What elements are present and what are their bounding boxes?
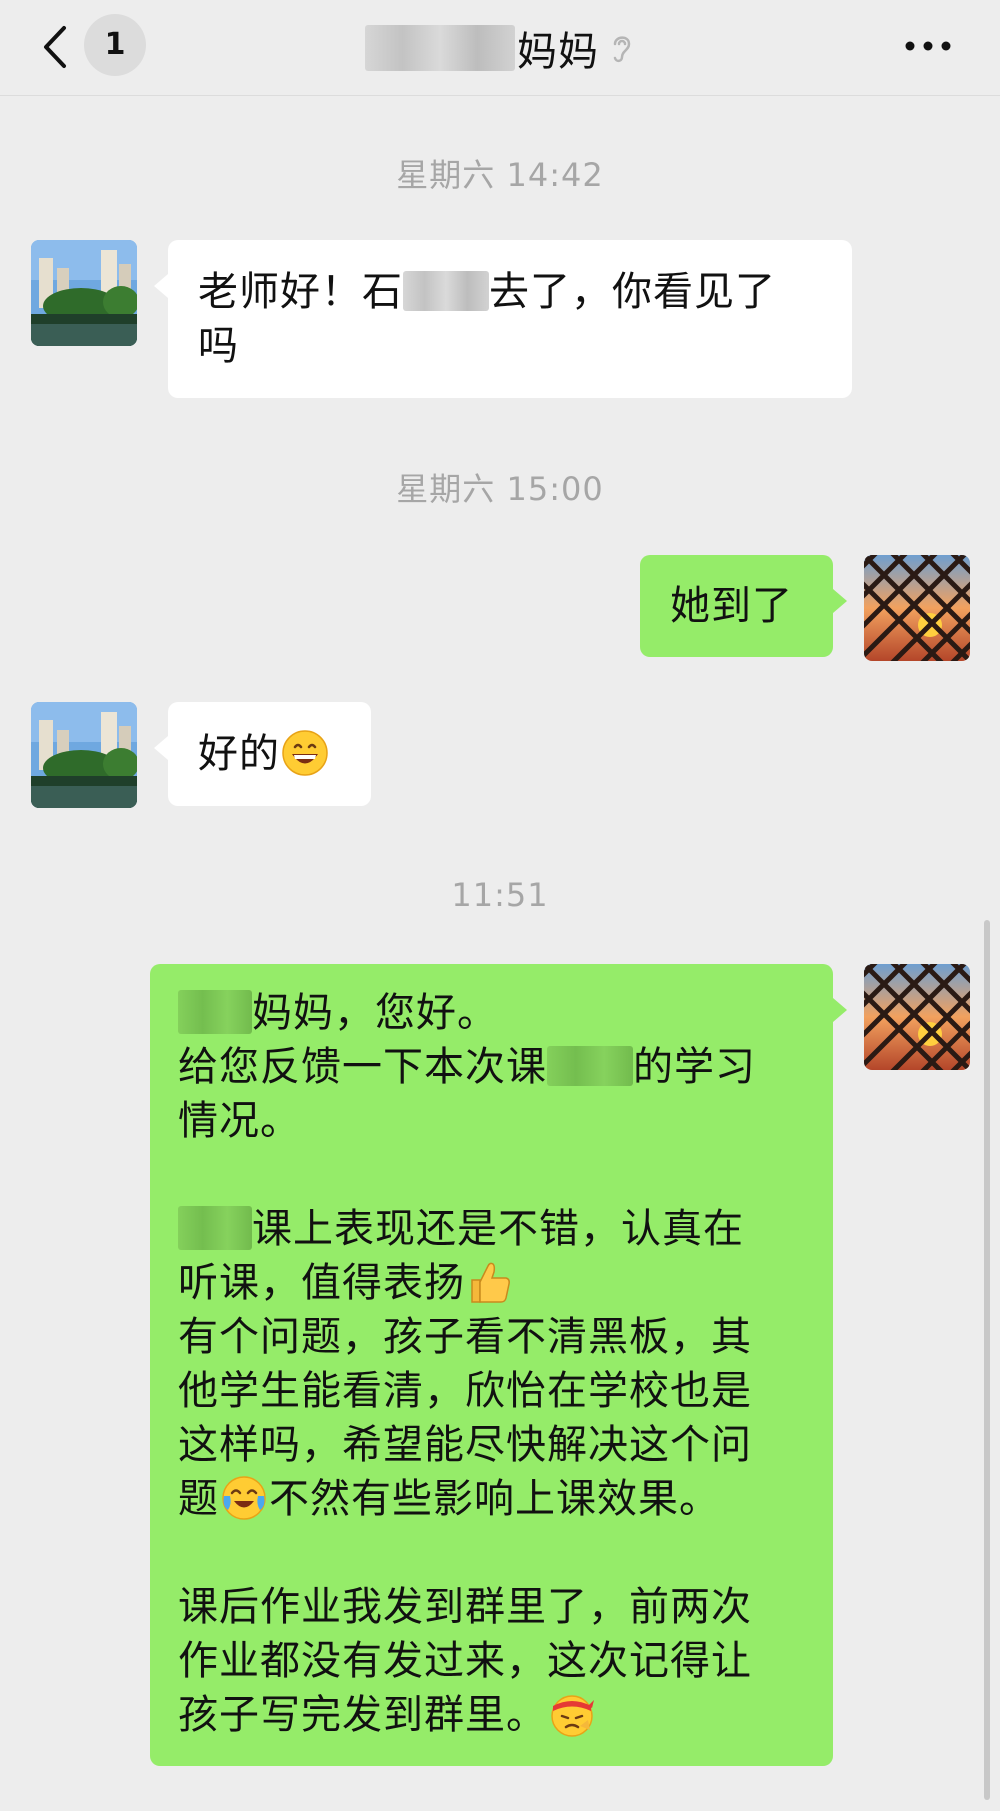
- message-line: 老师好！石 去了，你看见了: [198, 269, 776, 315]
- headband-emoji: [548, 1690, 596, 1738]
- grinning-emoji: [281, 729, 329, 777]
- outgoing-message-bubble[interactable]: 妈妈，您好。 给您反馈一下本次课 的学习 情况。 课上表现还是不错，认真在 听课，…: [150, 964, 847, 1766]
- timestamp: 星期六 15:00: [396, 470, 604, 508]
- chat-title-text: 妈妈: [517, 29, 599, 75]
- message-line: 听课，值得表扬: [178, 1256, 805, 1310]
- redacted-text: [178, 990, 252, 1034]
- message-line: 好的: [198, 727, 341, 781]
- message-line: 有个问题，孩子看不清黑板，其: [178, 1314, 752, 1360]
- redacted-name: [365, 25, 515, 71]
- timestamp: 11:51: [451, 876, 549, 914]
- contact-avatar[interactable]: [31, 702, 137, 808]
- chat-header: 1 妈妈: [0, 0, 1000, 96]
- message-line: 妈妈，您好。: [178, 986, 805, 1040]
- sunset-lattice-photo: [864, 555, 970, 661]
- message-line: 课上表现还是不错，认真在: [178, 1202, 805, 1256]
- message-line: 他学生能看清，欣怡在学校也是: [178, 1368, 752, 1414]
- message-line: 作业都没有发过来，这次记得让: [178, 1638, 752, 1684]
- message-line: 孩子写完发到群里。: [178, 1688, 805, 1742]
- message-line: 课后作业我发到群里了，前两次: [178, 1584, 752, 1630]
- more-dots-icon: [905, 41, 951, 51]
- incoming-message-bubble[interactable]: 老师好！石 去了，你看见了 吗: [154, 240, 852, 398]
- outgoing-message-bubble[interactable]: 她到了: [640, 555, 847, 657]
- my-avatar[interactable]: [864, 555, 970, 661]
- chat-screen: 1 妈妈 星期六 14:42 老师好！石 去了，你看见了 吗 星期六 15:00…: [0, 0, 1000, 1811]
- message-line: 给您反馈一下本次课 的学习: [178, 1044, 756, 1090]
- redacted-text: [403, 271, 489, 311]
- message-line: 题 不然有些影响上课效果。: [178, 1474, 720, 1522]
- thumbs-up-emoji: [466, 1258, 514, 1306]
- sunset-lattice-photo: [864, 964, 970, 1070]
- city-park-photo: [31, 240, 137, 346]
- timestamp: 星期六 14:42: [396, 156, 604, 194]
- crying-laughing-emoji: [220, 1474, 268, 1522]
- back-button[interactable]: [36, 22, 76, 72]
- scrollbar[interactable]: [984, 920, 990, 1800]
- redacted-text: [178, 1206, 252, 1250]
- message-line: 这样吗，希望能尽快解决这个问: [178, 1422, 752, 1468]
- message-line: 情况。: [178, 1098, 301, 1144]
- incoming-message-bubble[interactable]: 好的: [154, 702, 371, 806]
- city-park-photo: [31, 702, 137, 808]
- contact-avatar[interactable]: [31, 240, 137, 346]
- my-avatar[interactable]: [864, 964, 970, 1070]
- redacted-text: [547, 1046, 633, 1086]
- unread-count-badge[interactable]: 1: [84, 14, 146, 76]
- message-text: 她到了: [670, 583, 793, 629]
- chevron-left-icon: [44, 26, 66, 68]
- chat-title: 妈妈: [300, 18, 700, 78]
- ear-mute-icon: [613, 36, 631, 63]
- message-line: 吗: [198, 323, 239, 369]
- more-options-button[interactable]: [900, 26, 956, 66]
